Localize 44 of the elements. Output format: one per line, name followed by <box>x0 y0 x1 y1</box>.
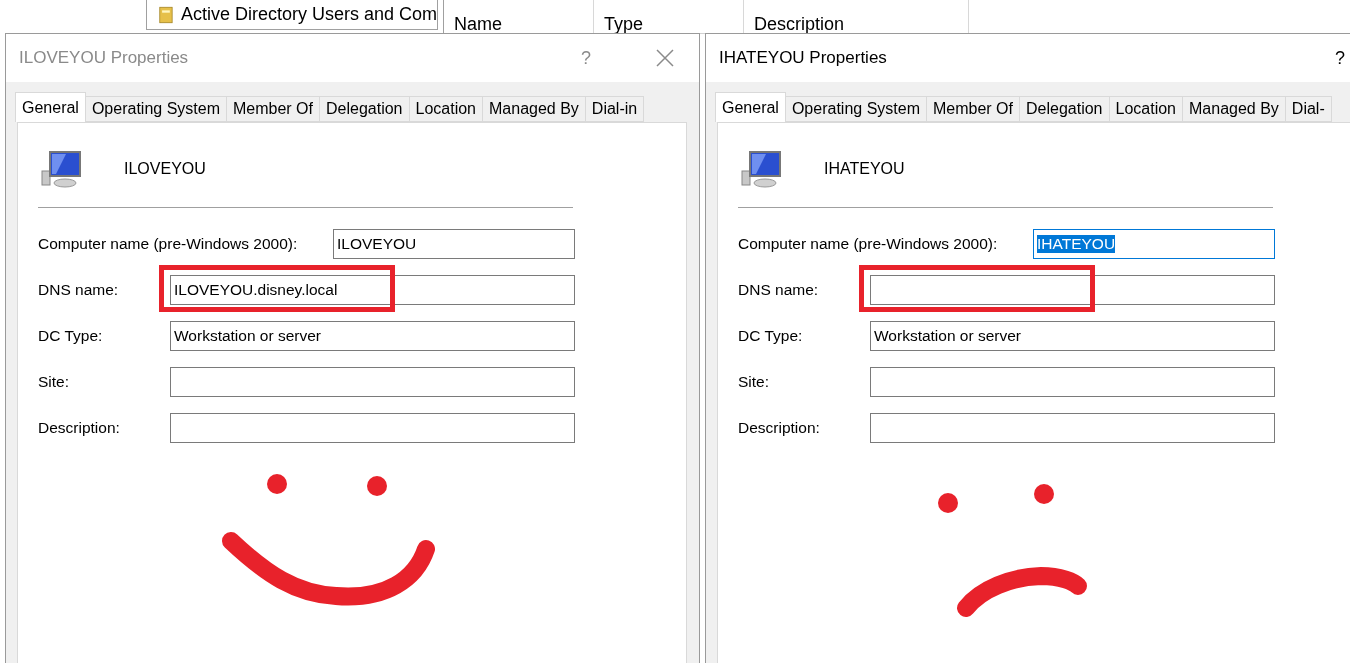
field-label: Description: <box>738 419 821 437</box>
tab[interactable]: General <box>715 92 786 122</box>
tab[interactable]: Member Of <box>926 96 1020 122</box>
field-label: Description: <box>38 419 121 437</box>
input-field[interactable] <box>870 275 1275 305</box>
computer-icon <box>738 149 784 189</box>
input-field[interactable] <box>170 367 575 397</box>
tab[interactable]: Delegation <box>1019 96 1110 122</box>
field-label: DNS name: <box>738 281 820 299</box>
window-title: ILOVEYOU Properties <box>19 48 190 68</box>
input-field[interactable] <box>870 367 1275 397</box>
tab[interactable]: Dial- <box>1284 96 1332 122</box>
tab[interactable]: Managed By <box>1182 96 1286 122</box>
tab[interactable]: General <box>15 92 86 122</box>
tab[interactable]: Location <box>408 96 483 122</box>
close-icon <box>656 49 674 67</box>
field-label: DC Type: <box>738 327 804 345</box>
computer-icon <box>38 149 84 189</box>
field-label: Site: <box>738 373 770 391</box>
input-field[interactable] <box>870 413 1275 443</box>
tab[interactable]: Operating System <box>84 96 227 122</box>
tree-item[interactable]: Active Directory Users and Com <box>146 0 438 30</box>
tab[interactable]: Managed By <box>482 96 586 122</box>
input-field[interactable] <box>170 413 575 443</box>
help-button[interactable]: ? <box>581 47 591 69</box>
tab[interactable]: Location <box>1108 96 1183 122</box>
input-field[interactable]: IHATEYOU <box>1033 229 1275 259</box>
computer-name: ILOVEYOU <box>124 160 206 178</box>
tab[interactable]: Member Of <box>226 96 320 122</box>
input-field[interactable]: Workstation or server <box>870 321 1275 351</box>
input-field[interactable]: Workstation or server <box>170 321 575 351</box>
tab[interactable]: Delegation <box>319 96 410 122</box>
help-button[interactable]: ? <box>1335 47 1345 69</box>
input-field[interactable]: ILOVEYOU.disney.local <box>170 275 575 305</box>
field-label: Computer name (pre-Windows 2000): <box>738 235 999 253</box>
computer-name: IHATEYOU <box>824 160 905 178</box>
field-label: Site: <box>38 373 70 391</box>
tab[interactable]: Dial-in <box>584 96 645 122</box>
field-label: DNS name: <box>38 281 120 299</box>
input-field[interactable]: ILOVEYOU <box>333 229 575 259</box>
field-label: Computer name (pre-Windows 2000): <box>38 235 299 253</box>
window-title: IHATEYOU Properties <box>719 48 888 68</box>
field-label: DC Type: <box>38 327 104 345</box>
tab[interactable]: Operating System <box>784 96 927 122</box>
